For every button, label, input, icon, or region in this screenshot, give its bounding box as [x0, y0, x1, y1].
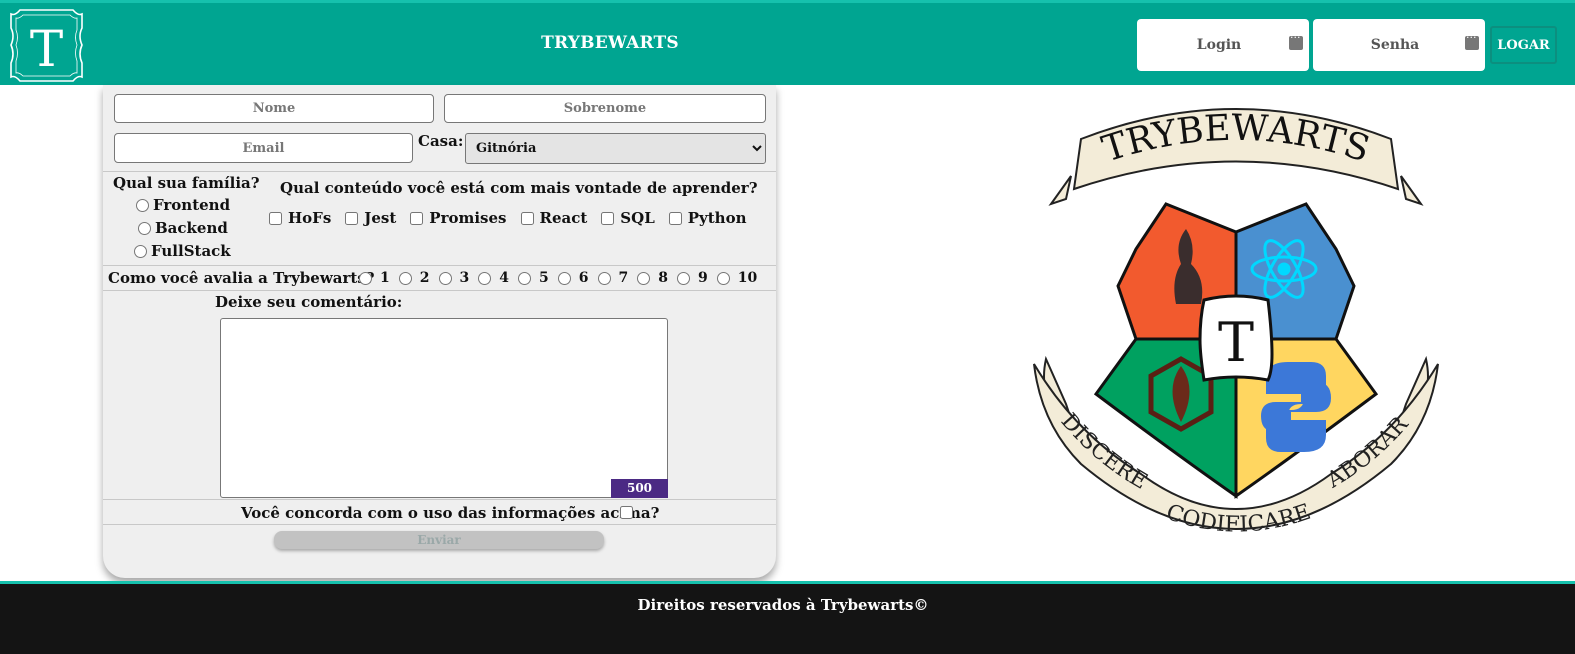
- page-footer: Direitos reservados à Trybewarts©: [0, 581, 1575, 654]
- rate-radio[interactable]: [478, 271, 492, 285]
- content-checkbox[interactable]: [410, 211, 424, 225]
- submit-button[interactable]: Enviar: [274, 531, 604, 549]
- banner-tail: [1048, 175, 1072, 206]
- content-option-label: SQL: [620, 209, 655, 227]
- rate-radio[interactable]: [597, 271, 611, 285]
- banner-tail: [1400, 175, 1424, 206]
- password-manager-icon[interactable]: [1289, 31, 1303, 50]
- rate-value: 6: [578, 270, 589, 286]
- rate-value: 4: [499, 270, 509, 286]
- content-option-sql[interactable]: SQL: [601, 209, 655, 227]
- login-input[interactable]: [1137, 19, 1309, 71]
- rate-value: 2: [419, 270, 430, 286]
- content-option-python[interactable]: Python: [668, 209, 747, 227]
- rate-option[interactable]: 9: [677, 270, 717, 286]
- rate-value: 1: [380, 270, 390, 286]
- content-checkbox[interactable]: [601, 211, 615, 225]
- house-select[interactable]: Gitnória: [465, 133, 766, 164]
- divider: [103, 290, 776, 291]
- divider: [103, 265, 776, 266]
- house-label: Casa:: [418, 132, 464, 150]
- rate-radio[interactable]: [716, 271, 730, 285]
- rate-value: 7: [618, 270, 629, 286]
- rate-option[interactable]: 10: [716, 270, 766, 286]
- agreement-checkbox[interactable]: [620, 506, 633, 519]
- content-checkbox[interactable]: [345, 211, 359, 225]
- trybewarts-crest-image: TRYBEWARTS T DISCERE CODIFICARE LABORARE: [1026, 104, 1439, 538]
- password-field-wrapper: [1313, 19, 1485, 71]
- divider: [103, 499, 776, 500]
- comment-label: Deixe seu comentário:: [215, 293, 403, 311]
- character-counter: 500: [611, 479, 668, 498]
- comment-textarea[interactable]: [220, 318, 668, 498]
- page-header: T TRYBEWARTS LOGAR: [0, 0, 1575, 85]
- password-manager-icon[interactable]: [1465, 31, 1479, 50]
- rate-radio[interactable]: [557, 271, 571, 285]
- family-option-frontend[interactable]: Frontend: [136, 196, 230, 214]
- rate-radio-group: 1 2 3 4 5 6 7 8 9 10: [359, 270, 766, 286]
- rate-option[interactable]: 8: [637, 270, 677, 286]
- content-heading: Qual conteúdo você está com mais vontade…: [280, 179, 758, 197]
- evaluation-form: Casa: Gitnória Qual sua família? Fronten…: [103, 85, 776, 578]
- crest-center-letter: T: [1218, 311, 1254, 374]
- rate-option[interactable]: 6: [557, 270, 598, 286]
- rate-radio[interactable]: [398, 271, 412, 285]
- login-button[interactable]: LOGAR: [1490, 26, 1557, 64]
- content-checkbox-group: HoFs Jest Promises React SQL Python: [269, 209, 761, 227]
- name-input[interactable]: [114, 94, 434, 123]
- rate-label: Como você avalia a Trybewarts?: [108, 269, 375, 287]
- rate-value: 9: [698, 270, 708, 286]
- content-checkbox[interactable]: [269, 211, 282, 225]
- family-radio[interactable]: [138, 221, 151, 235]
- content-option-label: Jest: [364, 209, 397, 227]
- page-title: TRYBEWARTS: [541, 33, 679, 53]
- family-heading: Qual sua família?: [113, 174, 260, 192]
- family-option-fullstack[interactable]: FullStack: [134, 242, 231, 260]
- rate-radio[interactable]: [637, 271, 651, 285]
- content-option-label: Promises: [429, 209, 507, 227]
- logo-letter: T: [30, 20, 63, 78]
- password-input[interactable]: [1313, 19, 1485, 71]
- lastname-input[interactable]: [444, 94, 766, 123]
- family-option-label: Backend: [155, 219, 228, 237]
- email-input[interactable]: [114, 133, 413, 163]
- rate-radio[interactable]: [677, 271, 690, 285]
- content-checkbox[interactable]: [668, 211, 682, 225]
- family-option-backend[interactable]: Backend: [138, 219, 228, 237]
- rate-radio[interactable]: [518, 271, 531, 285]
- family-radio[interactable]: [134, 244, 147, 258]
- content-option-label: HoFs: [288, 209, 332, 227]
- divider: [103, 171, 776, 172]
- rate-option[interactable]: 1: [359, 270, 399, 286]
- rate-option[interactable]: 2: [398, 270, 439, 286]
- trybewarts-logo-icon: T: [10, 9, 83, 82]
- rate-value: 5: [539, 270, 549, 286]
- divider: [103, 524, 776, 525]
- login-field-wrapper: [1137, 19, 1309, 71]
- content-option-hofs[interactable]: HoFs: [269, 209, 331, 227]
- rate-value: 3: [459, 270, 470, 286]
- rate-option[interactable]: 7: [597, 270, 638, 286]
- rate-option[interactable]: 3: [438, 270, 479, 286]
- rate-radio[interactable]: [438, 271, 452, 285]
- family-option-label: FullStack: [151, 242, 231, 260]
- rate-value: 8: [658, 270, 668, 286]
- rate-value: 10: [737, 270, 758, 286]
- login-form: LOGAR: [1137, 19, 1557, 71]
- motto-word: CODIFICARE: [1163, 500, 1314, 538]
- rate-option[interactable]: 4: [478, 270, 518, 286]
- content-option-promises[interactable]: Promises: [410, 209, 507, 227]
- agreement-label: Você concorda com o uso das informações …: [241, 504, 660, 522]
- footer-copyright: Direitos reservados à Trybewarts©: [637, 596, 929, 614]
- content-checkbox[interactable]: [520, 211, 534, 225]
- family-radio[interactable]: [136, 198, 149, 212]
- family-option-label: Frontend: [153, 196, 231, 214]
- content-option-react[interactable]: React: [520, 209, 588, 227]
- rate-option[interactable]: 5: [518, 270, 558, 286]
- rate-radio[interactable]: [359, 271, 372, 285]
- content-option-label: React: [539, 209, 588, 227]
- content-option-jest[interactable]: Jest: [345, 209, 396, 227]
- content-option-label: Python: [687, 209, 747, 227]
